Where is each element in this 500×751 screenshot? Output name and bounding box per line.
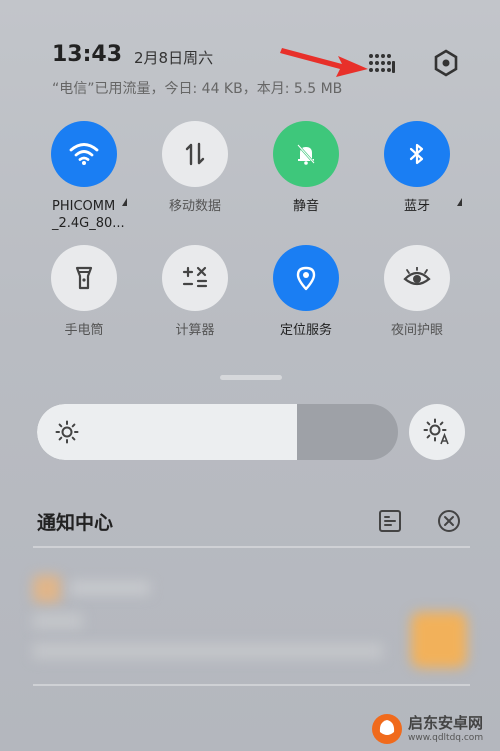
brightness-sun-icon: [55, 420, 79, 444]
red-arrow-annotation: [280, 48, 368, 77]
tile-location-label: 定位服务: [279, 323, 332, 338]
wifi-button[interactable]: [51, 121, 117, 187]
status-time: 13:43: [52, 42, 123, 67]
data-usage-text: “电信”已用流量，今日: 44 KB，本月: 5.5 MB: [52, 81, 343, 97]
location-icon: [296, 266, 316, 291]
night-eye-button[interactable]: [384, 245, 450, 311]
location-button[interactable]: [273, 245, 339, 311]
tile-calculator[interactable]: 计算器: [140, 245, 250, 339]
notification-settings-icon[interactable]: [377, 508, 403, 534]
bluetooth-button[interactable]: [384, 121, 450, 187]
blurred-app-icon: [33, 575, 61, 603]
flashlight-icon: [75, 266, 93, 290]
tile-flashlight[interactable]: 手电筒: [29, 245, 139, 339]
bluetooth-expand-icon[interactable]: [457, 198, 462, 206]
tile-calculator-label: 计算器: [175, 323, 215, 338]
tile-silent-label: 静音: [292, 199, 319, 214]
notification-center-title: 通知中心: [37, 512, 114, 534]
drag-handle[interactable]: [220, 375, 282, 380]
auto-brightness-button[interactable]: [409, 404, 465, 460]
wifi-ssid-line2: _2.4G_80...: [52, 216, 125, 231]
settings-gear-icon[interactable]: [432, 49, 460, 77]
blurred-notification-title: [33, 613, 83, 629]
tile-silent[interactable]: 静音: [251, 121, 361, 215]
wifi-icon: [69, 143, 99, 165]
notification-divider-bottom: [33, 684, 470, 686]
tile-mobile-data[interactable]: 移动数据: [140, 121, 250, 215]
watermark-logo-icon: [372, 714, 402, 744]
eye-icon: [403, 267, 431, 286]
blurred-notification-image: [411, 612, 467, 668]
calculator-icon: [182, 266, 208, 288]
bluetooth-icon: [409, 143, 424, 165]
silent-button[interactable]: [273, 121, 339, 187]
tile-flashlight-label: 手电筒: [64, 323, 104, 338]
tile-bluetooth[interactable]: 蓝牙: [362, 121, 472, 215]
watermark-url: www.qdltdq.com: [408, 733, 484, 743]
tile-night-eye-label: 夜间护眼: [390, 323, 443, 338]
status-date: 2月8日周六: [134, 49, 214, 67]
blurred-app-name: [70, 581, 150, 595]
watermark: 启东安卓网 www.qdltdq.com: [370, 712, 498, 748]
blurred-notification-body: [33, 643, 383, 659]
tile-wifi[interactable]: PHICOMM _2.4G_80...: [29, 121, 139, 232]
mobile-data-icon: [185, 142, 205, 166]
control-center-panel: 13:43 2月8日周六 “电信”已用流量，今日: 44 KB，本月: 5.5 …: [0, 0, 500, 751]
notification-divider-top: [33, 546, 470, 548]
auto-brightness-icon: [423, 418, 449, 445]
watermark-name: 启东安卓网: [408, 714, 484, 732]
brightness-slider[interactable]: [37, 404, 398, 460]
calculator-button[interactable]: [162, 245, 228, 311]
tile-bluetooth-label: 蓝牙: [403, 199, 430, 214]
edit-tiles-grid-icon[interactable]: [368, 51, 396, 79]
tile-location[interactable]: 定位服务: [251, 245, 361, 339]
mobile-data-button[interactable]: [162, 121, 228, 187]
tile-night-eye[interactable]: 夜间护眼: [362, 245, 472, 339]
flashlight-button[interactable]: [51, 245, 117, 311]
clear-notifications-icon[interactable]: [436, 508, 462, 534]
wifi-ssid-line1: PHICOMM: [52, 199, 116, 214]
tile-mobile-data-label: 移动数据: [168, 199, 221, 214]
wifi-expand-icon[interactable]: [122, 198, 127, 206]
silent-bell-icon: [297, 144, 315, 165]
